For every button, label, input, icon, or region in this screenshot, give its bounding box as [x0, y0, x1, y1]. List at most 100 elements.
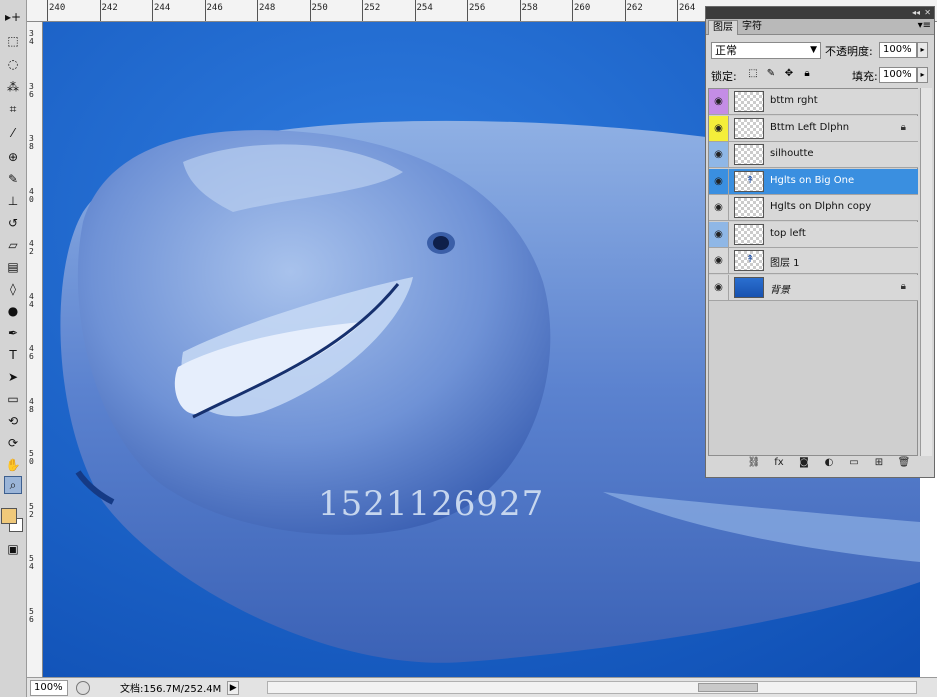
trash-icon[interactable]: 🗑︎ — [896, 457, 912, 468]
lock-all-icon[interactable]: 🔒︎ — [801, 68, 813, 79]
layer-name[interactable]: top left — [770, 228, 806, 239]
type-tool[interactable]: T — [4, 346, 22, 364]
layer-visibility-toggle[interactable]: ◉ — [709, 115, 729, 141]
status-bar: 100% 文档:156.7M/252.4M ▶ — [27, 677, 937, 697]
ruler-label: 264 — [679, 3, 696, 13]
ruler-label: 44 — [29, 291, 34, 309]
layer-thumbnail[interactable]: ↟ — [734, 250, 764, 271]
link-icon[interactable]: ⛓ — [746, 457, 762, 468]
status-menu-arrow-button[interactable]: ▶ — [227, 680, 240, 695]
layer-visibility-toggle[interactable]: ◉ — [709, 221, 729, 247]
crop-tool[interactable]: ⌗ — [4, 100, 22, 118]
zoom-tool[interactable]: ⌕ — [4, 476, 22, 494]
layer-thumbnail[interactable] — [734, 91, 764, 112]
eye-icon: ◉ — [714, 228, 723, 240]
ruler-label: 42 — [29, 239, 34, 256]
lock-image-pixels-icon[interactable]: ✎ — [765, 68, 777, 79]
ruler-tick — [204, 0, 206, 21]
opacity-label: 不透明度: — [825, 45, 873, 58]
fill-label: 填充: — [852, 70, 878, 83]
layer-row[interactable]: ◉ top left — [709, 221, 918, 248]
ruler-label: 40 — [29, 186, 34, 204]
new-layer-icon[interactable]: ⊞ — [871, 457, 887, 468]
layer-name[interactable]: Hglts on Big One — [770, 175, 854, 186]
opacity-slider-arrow-icon[interactable]: ▸ — [917, 42, 928, 58]
history-brush-tool[interactable]: ↺ — [4, 214, 22, 232]
path-select-tool[interactable]: ➤ — [4, 368, 22, 386]
lock-position-icon[interactable]: ✥ — [783, 68, 795, 79]
eyedropper-tool[interactable]: ⁄ — [4, 124, 22, 142]
blur-tool[interactable]: ◊ — [4, 280, 22, 298]
layer-thumbnail[interactable]: ↟ — [734, 170, 764, 192]
group-icon[interactable]: ▭ — [846, 457, 862, 468]
layer-row[interactable]: ◉ bttm rght — [709, 89, 918, 115]
hand-tool[interactable]: ✋ — [4, 456, 22, 474]
layer-row[interactable]: ◉ ↟ Hglts on Big One — [709, 168, 918, 195]
ruler-tick — [47, 0, 48, 21]
layer-name[interactable]: silhoutte — [770, 148, 814, 159]
layers-list: ◉ bttm rght ◉ Bttm Left Dlphn 🔒︎ ◉ silhoutte ◉ ↟… — [708, 88, 918, 456]
dodge-tool[interactable]: ● — [4, 302, 22, 320]
screen-mode-icon[interactable]: ▣ — [4, 540, 22, 558]
layer-name[interactable]: 图层 1 — [770, 254, 800, 269]
eye-icon: ◉ — [714, 175, 723, 187]
healing-brush-tool[interactable]: ⊕ — [4, 148, 22, 166]
layer-row[interactable]: ◉ Hglts on Dlphn copy — [709, 195, 918, 221]
fx-icon[interactable]: fx — [771, 457, 787, 468]
brush-tool[interactable]: ✎ — [4, 170, 22, 188]
layer-row[interactable]: ◉ silhoutte — [709, 142, 918, 168]
opacity-field[interactable]: 100% — [879, 42, 917, 58]
layer-visibility-toggle[interactable]: ◉ — [709, 195, 729, 220]
ruler-tick — [467, 0, 468, 21]
ruler-label: 242 — [101, 3, 118, 13]
layer-thumbnail[interactable] — [734, 223, 764, 245]
horizontal-scroll-thumb[interactable] — [698, 683, 758, 692]
layer-visibility-toggle[interactable]: ◉ — [709, 168, 729, 194]
tab-layers[interactable]: 图层 — [708, 20, 738, 35]
zoom-level-field[interactable]: 100% — [30, 679, 68, 696]
collapse-panel-icon[interactable]: ◂◂ — [912, 7, 920, 19]
gradient-tool[interactable]: ▤ — [4, 258, 22, 276]
layer-name[interactable]: Bttm Left Dlphn — [770, 122, 849, 133]
marquee-tool[interactable]: ⬚ — [4, 32, 22, 50]
tab-character[interactable]: 字符 — [738, 20, 766, 35]
horizontal-scrollbar[interactable] — [267, 681, 917, 694]
layer-thumbnail[interactable] — [734, 117, 764, 139]
ruler-label: 48 — [29, 396, 34, 414]
lasso-tool[interactable]: ◌ — [4, 55, 22, 73]
layer-row[interactable]: ◉ ↟ 图层 1 — [709, 248, 918, 274]
layer-thumbnail[interactable] — [734, 144, 764, 165]
quick-select-tool[interactable]: ⁂ — [4, 78, 22, 96]
panel-title-bar[interactable]: ◂◂ ✕ — [706, 7, 934, 19]
fill-slider-arrow-icon[interactable]: ▸ — [917, 67, 928, 83]
blend-mode-select[interactable]: 正常 ▼ — [711, 42, 821, 59]
layer-thumbnail[interactable] — [734, 197, 764, 218]
fill-field[interactable]: 100% — [879, 67, 917, 83]
mask-icon[interactable]: ◙ — [796, 457, 812, 468]
layer-name[interactable]: Hglts on Dlphn copy — [770, 201, 871, 212]
panel-menu-icon[interactable]: ▾≡ — [918, 20, 931, 31]
pen-tool[interactable]: ✒ — [4, 324, 22, 342]
move-tool[interactable]: ▸+ — [4, 8, 22, 26]
eraser-tool[interactable]: ▱ — [4, 236, 22, 254]
3d-orbit-tool[interactable]: ⟳ — [4, 434, 22, 452]
foreground-color-swatch[interactable] — [1, 508, 17, 524]
status-info-icon[interactable] — [76, 680, 90, 695]
adjustment-icon[interactable]: ◐ — [821, 457, 837, 468]
layer-name[interactable]: 背景 — [770, 281, 790, 296]
layer-visibility-toggle[interactable]: ◉ — [709, 89, 729, 114]
lock-transparent-pixels-icon[interactable]: ⬚ — [747, 68, 759, 79]
close-panel-icon[interactable]: ✕ — [924, 7, 931, 19]
layer-thumbnail[interactable] — [734, 276, 764, 298]
layer-visibility-toggle[interactable]: ◉ — [709, 248, 729, 273]
layer-row[interactable]: ◉ Bttm Left Dlphn 🔒︎ — [709, 115, 918, 142]
layer-visibility-toggle[interactable]: ◉ — [709, 274, 729, 300]
layer-row[interactable]: ◉ 背景 🔒︎ — [709, 274, 918, 301]
layer-name[interactable]: bttm rght — [770, 95, 818, 106]
ruler-label: 36 — [29, 81, 34, 99]
layers-scrollbar[interactable] — [920, 88, 932, 456]
layer-visibility-toggle[interactable]: ◉ — [709, 142, 729, 167]
shape-tool[interactable]: ▭ — [4, 390, 22, 408]
3d-rotate-tool[interactable]: ⟲ — [4, 412, 22, 430]
clone-stamp-tool[interactable]: ⊥ — [4, 192, 22, 210]
